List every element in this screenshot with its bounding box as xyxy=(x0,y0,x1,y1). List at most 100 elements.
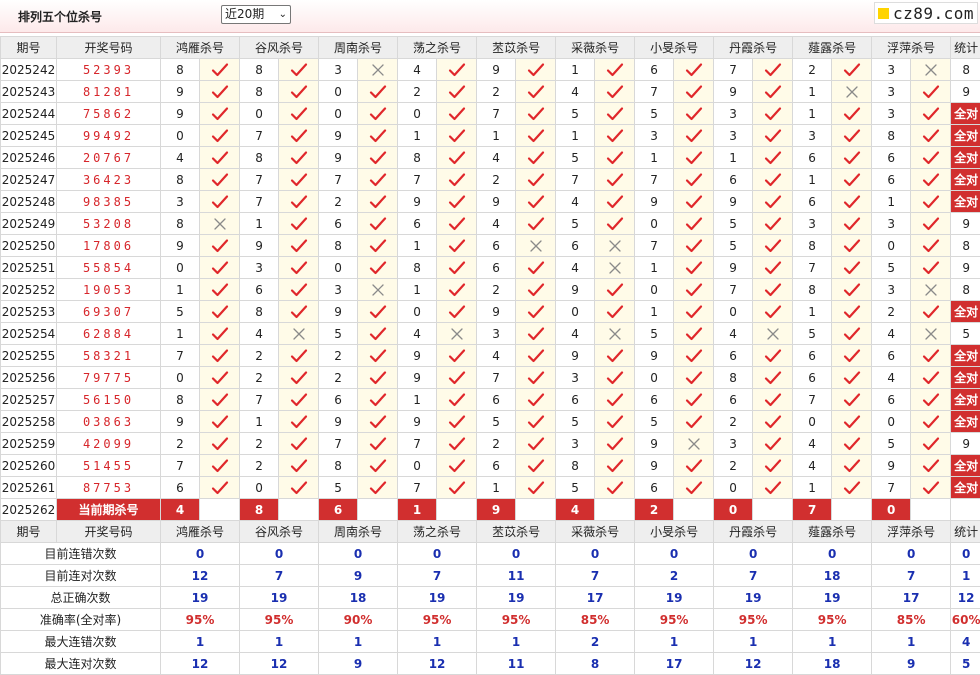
kill-result xyxy=(911,235,951,257)
kill-number: 0 xyxy=(161,367,200,389)
stat-value: 9 xyxy=(319,565,398,587)
stat-value: 19 xyxy=(635,587,714,609)
period-cell: 2025259 xyxy=(1,433,57,455)
range-select[interactable]: 近20期 ⌄ xyxy=(221,5,291,24)
stat-value: 19 xyxy=(793,587,872,609)
stat-cell: 全对 xyxy=(951,455,980,477)
kill-number: 9 xyxy=(477,191,516,213)
logo-square-icon xyxy=(878,8,889,19)
kill-result xyxy=(516,257,556,279)
period-cell: 2025249 xyxy=(1,213,57,235)
kill-result xyxy=(279,59,319,81)
table-row: 2025253693075890901012全对 xyxy=(1,301,980,323)
kill-number: 7 xyxy=(635,169,674,191)
kill-number: 8 xyxy=(240,59,279,81)
checkmark-icon xyxy=(764,150,782,166)
draw-number: 53208 xyxy=(57,213,161,235)
kill-result xyxy=(437,323,477,345)
kill-number: 5 xyxy=(872,257,911,279)
kill-number: 7 xyxy=(556,169,595,191)
kill-number: 6 xyxy=(635,59,674,81)
checkmark-icon xyxy=(843,414,861,430)
checkmark-icon xyxy=(606,150,624,166)
kill-result xyxy=(832,279,872,301)
checkmark-icon xyxy=(211,414,229,430)
kill-result xyxy=(437,367,477,389)
kill-number: 4 xyxy=(714,323,753,345)
kill-number: 1 xyxy=(872,191,911,213)
checkmark-icon xyxy=(764,238,782,254)
period-cell: 2025244 xyxy=(1,103,57,125)
kill-result xyxy=(832,345,872,367)
kill-result xyxy=(832,147,872,169)
top-bar: 排列五个位杀号 近20期 ⌄ cz89.com xyxy=(0,0,980,33)
checkmark-icon xyxy=(527,304,545,320)
kill-result xyxy=(753,257,793,279)
kill-number: 8 xyxy=(398,147,437,169)
kill-number: 4 xyxy=(477,213,516,235)
kill-number: 1 xyxy=(556,125,595,147)
kill-result xyxy=(832,455,872,477)
stat-value: 12 xyxy=(398,653,477,675)
stat-label: 准确率(全对率) xyxy=(1,609,161,631)
kill-number: 9 xyxy=(714,191,753,213)
kill-result xyxy=(358,257,398,279)
kill-result xyxy=(674,213,714,235)
checkmark-icon xyxy=(290,216,308,232)
draw-number: 17806 xyxy=(57,235,161,257)
checkmark-icon xyxy=(922,348,940,364)
kill-number: 4 xyxy=(161,147,200,169)
stat-value: 19 xyxy=(398,587,477,609)
col-draw: 开奖号码 xyxy=(57,37,161,59)
draw-number: 20767 xyxy=(57,147,161,169)
checkmark-icon xyxy=(448,480,466,496)
kill-result xyxy=(595,191,635,213)
col-expert: 苤苡杀号 xyxy=(477,521,556,543)
kill-number: 6 xyxy=(714,169,753,191)
checkmark-icon xyxy=(369,304,387,320)
stat-value: 0 xyxy=(872,543,951,565)
kill-number: 7 xyxy=(793,389,832,411)
kill-number: 2 xyxy=(319,367,358,389)
kill-result xyxy=(279,103,319,125)
cross-icon xyxy=(369,282,387,298)
kill-number: 6 xyxy=(161,477,200,499)
col-expert: 荡之杀号 xyxy=(398,521,477,543)
stat-cell: 9 xyxy=(951,213,980,235)
kill-number: 2 xyxy=(240,433,279,455)
col-expert: 谷风杀号 xyxy=(240,37,319,59)
current-kill-value: 7 xyxy=(793,499,832,521)
kill-number: 9 xyxy=(319,411,358,433)
checkmark-icon xyxy=(843,392,861,408)
kill-result xyxy=(358,147,398,169)
checkmark-icon xyxy=(685,238,703,254)
kill-result xyxy=(753,389,793,411)
kill-number: 1 xyxy=(477,125,516,147)
stat-total: 5 xyxy=(951,653,980,675)
kill-number: 3 xyxy=(872,81,911,103)
kill-result xyxy=(279,477,319,499)
stat-value: 95% xyxy=(793,609,872,631)
kill-result xyxy=(358,169,398,191)
checkmark-icon xyxy=(527,106,545,122)
chevron-down-icon: ⌄ xyxy=(279,6,287,23)
checkmark-icon xyxy=(685,282,703,298)
kill-result xyxy=(595,411,635,433)
kill-number: 6 xyxy=(240,279,279,301)
stat-value: 19 xyxy=(161,587,240,609)
table-row: 2025247364238777277616全对 xyxy=(1,169,980,191)
table-row: 2025256797750229730864全对 xyxy=(1,367,980,389)
kill-result xyxy=(516,455,556,477)
kill-number: 1 xyxy=(398,389,437,411)
stat-value: 12 xyxy=(161,653,240,675)
site-logo[interactable]: cz89.com xyxy=(874,2,978,24)
stat-value: 12 xyxy=(161,565,240,587)
table-header-repeat: 期号开奖号码鸿雁杀号谷风杀号周南杀号荡之杀号苤苡杀号采薇杀号小旻杀号丹霞杀号薤露… xyxy=(1,521,980,543)
stat-value: 1 xyxy=(477,631,556,653)
checkmark-icon xyxy=(369,150,387,166)
kill-result xyxy=(753,345,793,367)
kill-number: 9 xyxy=(398,367,437,389)
kill-number: 0 xyxy=(398,301,437,323)
table-row: 2025244758629000755313全对 xyxy=(1,103,980,125)
kill-number: 2 xyxy=(319,191,358,213)
